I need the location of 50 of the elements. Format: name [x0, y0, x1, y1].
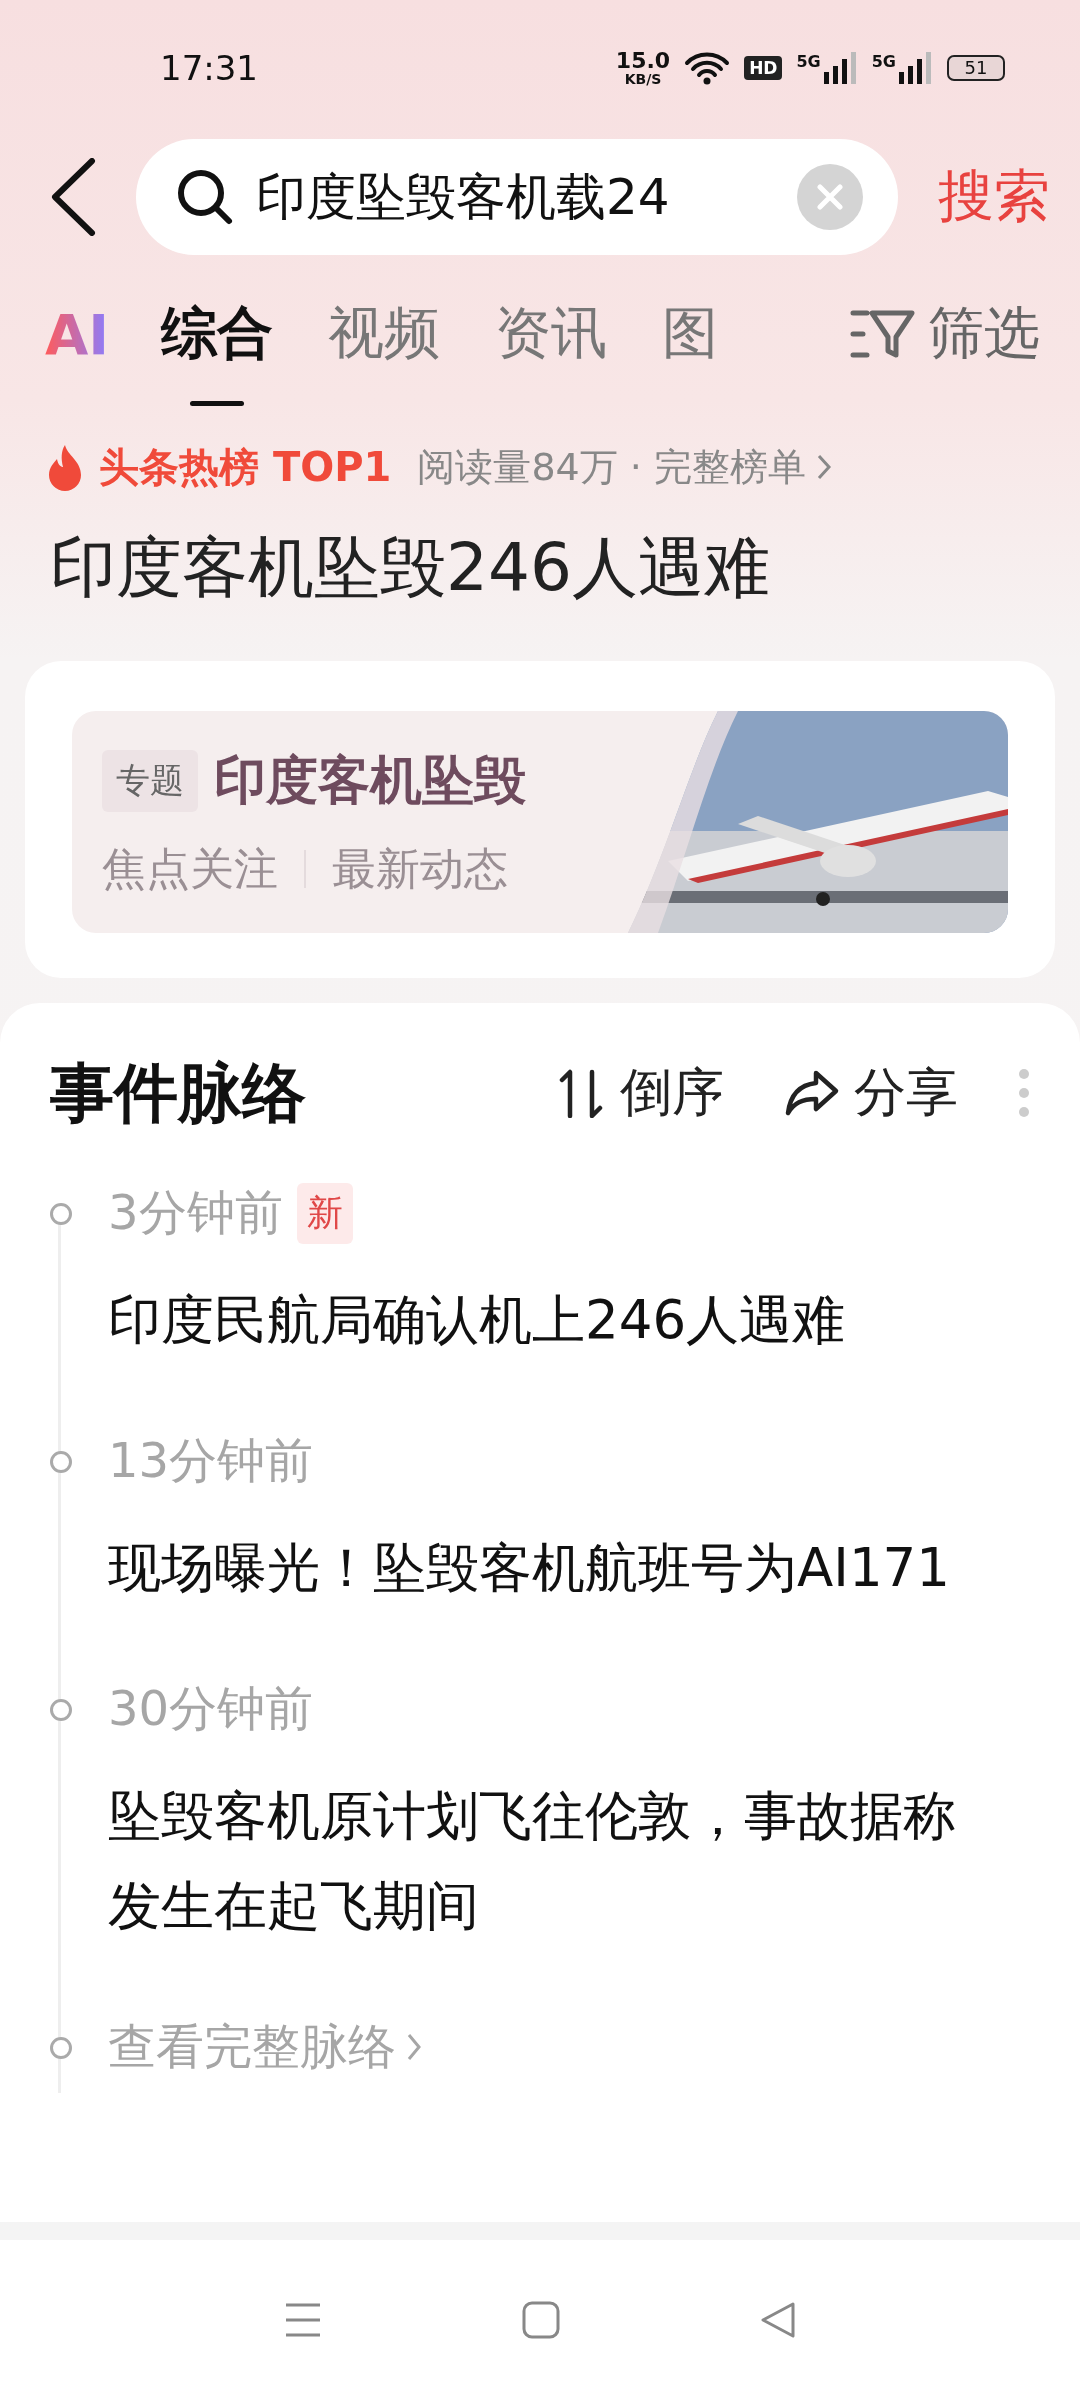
- sort-button[interactable]: 倒序: [556, 1058, 724, 1128]
- back-icon[interactable]: [50, 158, 96, 236]
- hot-rank: 头条热榜 TOP1: [99, 442, 392, 492]
- close-icon: [817, 184, 843, 210]
- search-query: 印度坠毁客机载24: [256, 166, 671, 228]
- event-text[interactable]: 坠毁客机原计划飞往伦敦，事故据称发生在起飞期间: [108, 1771, 1008, 1951]
- home-icon[interactable]: [522, 2301, 560, 2339]
- signal-icon: [899, 51, 933, 84]
- search-icon: [176, 168, 234, 226]
- topic-banner[interactable]: 专题 印度客机坠毁 焦点关注 最新动态: [72, 711, 1008, 933]
- event-time: 30分钟前: [108, 1679, 314, 1738]
- event-time: 13分钟前: [108, 1431, 314, 1490]
- filter-button[interactable]: 筛选: [850, 296, 1040, 372]
- search-button[interactable]: 搜索: [938, 159, 1050, 235]
- search-field[interactable]: 印度坠毁客机载24: [136, 139, 898, 255]
- timeline-dot: [50, 1451, 72, 1473]
- network-label: 5G: [871, 51, 896, 71]
- full-timeline-link[interactable]: 查看完整脉络: [108, 2007, 1030, 2087]
- timeline-dot: [50, 1203, 72, 1225]
- menu-icon[interactable]: [284, 2302, 322, 2338]
- new-badge: 新: [296, 1182, 353, 1244]
- tab[interactable]: 综合: [161, 262, 274, 406]
- timeline-dot: [50, 2037, 72, 2059]
- timeline-dot: [50, 1699, 72, 1721]
- section-title: 事件脉络: [50, 1054, 307, 1132]
- speed-unit: KB/S: [624, 71, 662, 86]
- share-icon: [784, 1069, 840, 1117]
- event-text[interactable]: 印度民航局确认机上246人遇难: [108, 1275, 1008, 1365]
- tab[interactable]: 图: [662, 262, 719, 406]
- wifi-icon: [684, 50, 731, 85]
- network-speed: 15.0: [615, 49, 671, 72]
- tab[interactable]: 资讯: [495, 262, 608, 406]
- network-label: 5G: [796, 51, 821, 71]
- hot-list-link[interactable]: 阅读量84万 · 完整榜单: [417, 441, 832, 493]
- event-text[interactable]: 现场曝光！坠毁客机航班号为AI171: [108, 1523, 1008, 1613]
- topic-link[interactable]: 最新动态: [332, 839, 508, 899]
- signal-icon: [823, 51, 858, 84]
- status-time: 17:31: [160, 47, 258, 88]
- topic-link[interactable]: 焦点关注: [102, 839, 278, 899]
- chevron-right-icon: [406, 2032, 422, 2062]
- topic-tag: 专题: [102, 749, 198, 812]
- share-button[interactable]: 分享: [784, 1058, 958, 1128]
- topic-title: 印度客机坠毁: [214, 748, 526, 812]
- battery-level: 51: [947, 54, 1005, 81]
- back-nav-icon[interactable]: [760, 2301, 796, 2339]
- hd-badge: HD: [744, 55, 783, 80]
- event-time: 3分钟前: [108, 1183, 283, 1242]
- tab[interactable]: 视频: [328, 262, 441, 406]
- chevron-right-icon: [815, 453, 832, 481]
- headline: 印度客机坠毁246人遇难: [50, 528, 771, 608]
